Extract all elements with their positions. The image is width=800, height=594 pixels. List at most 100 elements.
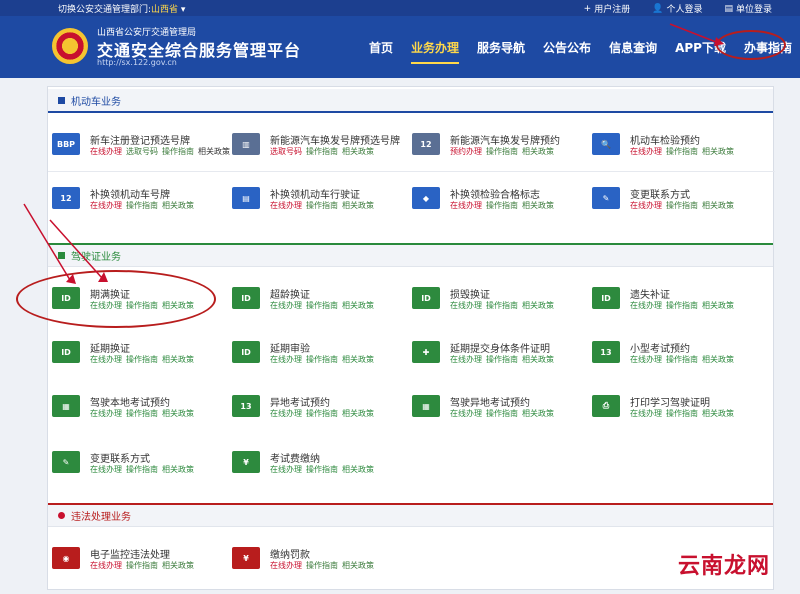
guide-link[interactable]: 操作指南 <box>486 354 518 365</box>
location-switcher[interactable]: 切换公安交通管理部门:山西省 ▾ <box>58 2 185 15</box>
province-select[interactable]: 山西省 <box>151 5 178 15</box>
nav-service-guide[interactable]: 服务导航 <box>468 40 534 70</box>
policy-link[interactable]: 相关政策 <box>162 408 194 419</box>
guide-link[interactable]: 操作指南 <box>306 408 338 419</box>
guide-link[interactable]: 操作指南 <box>486 408 518 419</box>
service-item[interactable]: ◉ 电子监控违法处理 在线办理 操作指南 相关政策 <box>52 545 232 581</box>
online-link[interactable]: 在线办理 <box>90 464 122 475</box>
online-link[interactable]: 在线办理 <box>270 300 302 311</box>
policy-link[interactable]: 相关政策 <box>342 200 374 211</box>
service-item[interactable]: BBP 新车注册登记预选号牌 在线办理 选取号码 操作指南 相关政策 <box>52 131 232 167</box>
policy-link[interactable]: 相关政策 <box>198 146 230 157</box>
guide-link[interactable]: 操作指南 <box>666 146 698 157</box>
policy-link[interactable]: 相关政策 <box>702 146 734 157</box>
guide-link[interactable]: 操作指南 <box>126 200 158 211</box>
guide-link[interactable]: 操作指南 <box>486 146 518 157</box>
personal-login-link[interactable]: 👤 个人登录 <box>652 2 702 16</box>
online-link[interactable]: 在线办理 <box>270 200 302 211</box>
online-link[interactable]: 在线办理 <box>450 408 482 419</box>
policy-link[interactable]: 相关政策 <box>702 354 734 365</box>
service-item[interactable]: 13 异地考试预约 在线办理 操作指南 相关政策 <box>232 393 412 429</box>
guide-link[interactable]: 操作指南 <box>126 354 158 365</box>
guide-link[interactable]: 操作指南 <box>486 300 518 311</box>
service-item[interactable]: ▤ 补换领机动车行驶证 在线办理 操作指南 相关政策 <box>232 185 412 221</box>
online-link[interactable]: 在线办理 <box>630 300 662 311</box>
policy-link[interactable]: 相关政策 <box>342 354 374 365</box>
online-link[interactable]: 在线办理 <box>630 408 662 419</box>
guide-link[interactable]: 操作指南 <box>162 146 194 157</box>
online-link[interactable]: 在线办理 <box>270 354 302 365</box>
service-item[interactable]: ID 损毁换证 在线办理 操作指南 相关政策 <box>412 285 592 321</box>
unit-login-link[interactable]: ▤ 单位登录 <box>724 2 772 16</box>
service-item[interactable]: ▦ 驾驶异地考试预约 在线办理 操作指南 相关政策 <box>412 393 592 429</box>
guide-link[interactable]: 操作指南 <box>126 408 158 419</box>
service-item[interactable]: ID 延期审验 在线办理 操作指南 相关政策 <box>232 339 412 375</box>
policy-link[interactable]: 相关政策 <box>522 146 554 157</box>
online-link[interactable]: 在线办理 <box>630 354 662 365</box>
online-link[interactable]: 在线办理 <box>90 146 122 157</box>
service-item[interactable]: 12 新能源汽车换发号牌预约 预约办理 操作指南 相关政策 <box>412 131 592 167</box>
guide-link[interactable]: 操作指南 <box>306 200 338 211</box>
service-item[interactable]: ID 超龄换证 在线办理 操作指南 相关政策 <box>232 285 412 321</box>
service-item[interactable]: ◆ 补换领检验合格标志 在线办理 操作指南 相关政策 <box>412 185 592 221</box>
select-number-link[interactable]: 选取号码 <box>270 146 302 157</box>
nav-announcements[interactable]: 公告公布 <box>534 40 600 70</box>
guide-link[interactable]: 操作指南 <box>306 300 338 311</box>
service-item[interactable]: ▥ 新能源汽车换发号牌预选号牌 选取号码 操作指南 相关政策 <box>232 131 412 167</box>
select-number-link[interactable]: 选取号码 <box>126 146 158 157</box>
online-link[interactable]: 在线办理 <box>270 464 302 475</box>
nav-home[interactable]: 首页 <box>360 40 402 70</box>
guide-link[interactable]: 操作指南 <box>306 354 338 365</box>
guide-link[interactable]: 操作指南 <box>126 560 158 571</box>
policy-link[interactable]: 相关政策 <box>162 560 194 571</box>
policy-link[interactable]: 相关政策 <box>702 200 734 211</box>
service-item[interactable]: ✎ 变更联系方式 在线办理 操作指南 相关政策 <box>592 185 772 221</box>
online-link[interactable]: 在线办理 <box>90 354 122 365</box>
service-item[interactable]: ✚ 延期提交身体条件证明 在线办理 操作指南 相关政策 <box>412 339 592 375</box>
online-link[interactable]: 在线办理 <box>630 146 662 157</box>
policy-link[interactable]: 相关政策 <box>522 408 554 419</box>
guide-link[interactable]: 操作指南 <box>666 408 698 419</box>
online-link[interactable]: 在线办理 <box>270 408 302 419</box>
nav-info-query[interactable]: 信息查询 <box>600 40 666 70</box>
online-link[interactable]: 在线办理 <box>90 408 122 419</box>
online-link[interactable]: 在线办理 <box>450 300 482 311</box>
service-item[interactable]: 🔍 机动车检验预约 在线办理 操作指南 相关政策 <box>592 131 772 167</box>
online-link[interactable]: 在线办理 <box>270 560 302 571</box>
policy-link[interactable]: 相关政策 <box>702 300 734 311</box>
policy-link[interactable]: 相关政策 <box>522 354 554 365</box>
service-item[interactable]: ¥ 缴纳罚款 在线办理 操作指南 相关政策 <box>232 545 412 581</box>
nav-business[interactable]: 业务办理 <box>402 40 468 70</box>
guide-link[interactable]: 操作指南 <box>666 300 698 311</box>
guide-link[interactable]: 操作指南 <box>126 464 158 475</box>
policy-link[interactable]: 相关政策 <box>342 146 374 157</box>
policy-link[interactable]: 相关政策 <box>342 464 374 475</box>
online-link[interactable]: 在线办理 <box>630 200 662 211</box>
guide-link[interactable]: 操作指南 <box>666 200 698 211</box>
policy-link[interactable]: 相关政策 <box>162 464 194 475</box>
policy-link[interactable]: 相关政策 <box>522 200 554 211</box>
service-item[interactable]: ID 延期换证 在线办理 操作指南 相关政策 <box>52 339 232 375</box>
service-item[interactable]: ✎ 变更联系方式 在线办理 操作指南 相关政策 <box>52 449 232 485</box>
service-item[interactable]: ID 遗失补证 在线办理 操作指南 相关政策 <box>592 285 772 321</box>
guide-link[interactable]: 操作指南 <box>306 464 338 475</box>
register-link[interactable]: + 用户注册 <box>584 2 631 16</box>
online-link[interactable]: 在线办理 <box>90 560 122 571</box>
guide-link[interactable]: 操作指南 <box>306 560 338 571</box>
guide-link[interactable]: 操作指南 <box>666 354 698 365</box>
service-item[interactable]: ¥ 考试费缴纳 在线办理 操作指南 相关政策 <box>232 449 412 485</box>
policy-link[interactable]: 相关政策 <box>342 408 374 419</box>
reserve-link[interactable]: 预约办理 <box>450 146 482 157</box>
policy-link[interactable]: 相关政策 <box>162 200 194 211</box>
service-item[interactable]: ▦ 驾驶本地考试预约 在线办理 操作指南 相关政策 <box>52 393 232 429</box>
policy-link[interactable]: 相关政策 <box>162 354 194 365</box>
service-item[interactable]: ⎙ 打印学习驾驶证明 在线办理 操作指南 相关政策 <box>592 393 772 429</box>
policy-link[interactable]: 相关政策 <box>702 408 734 419</box>
guide-link[interactable]: 操作指南 <box>486 200 518 211</box>
online-link[interactable]: 在线办理 <box>450 354 482 365</box>
policy-link[interactable]: 相关政策 <box>342 300 374 311</box>
service-item[interactable]: 13 小型考试预约 在线办理 操作指南 相关政策 <box>592 339 772 375</box>
guide-link[interactable]: 操作指南 <box>306 146 338 157</box>
online-link[interactable]: 在线办理 <box>450 200 482 211</box>
policy-link[interactable]: 相关政策 <box>342 560 374 571</box>
